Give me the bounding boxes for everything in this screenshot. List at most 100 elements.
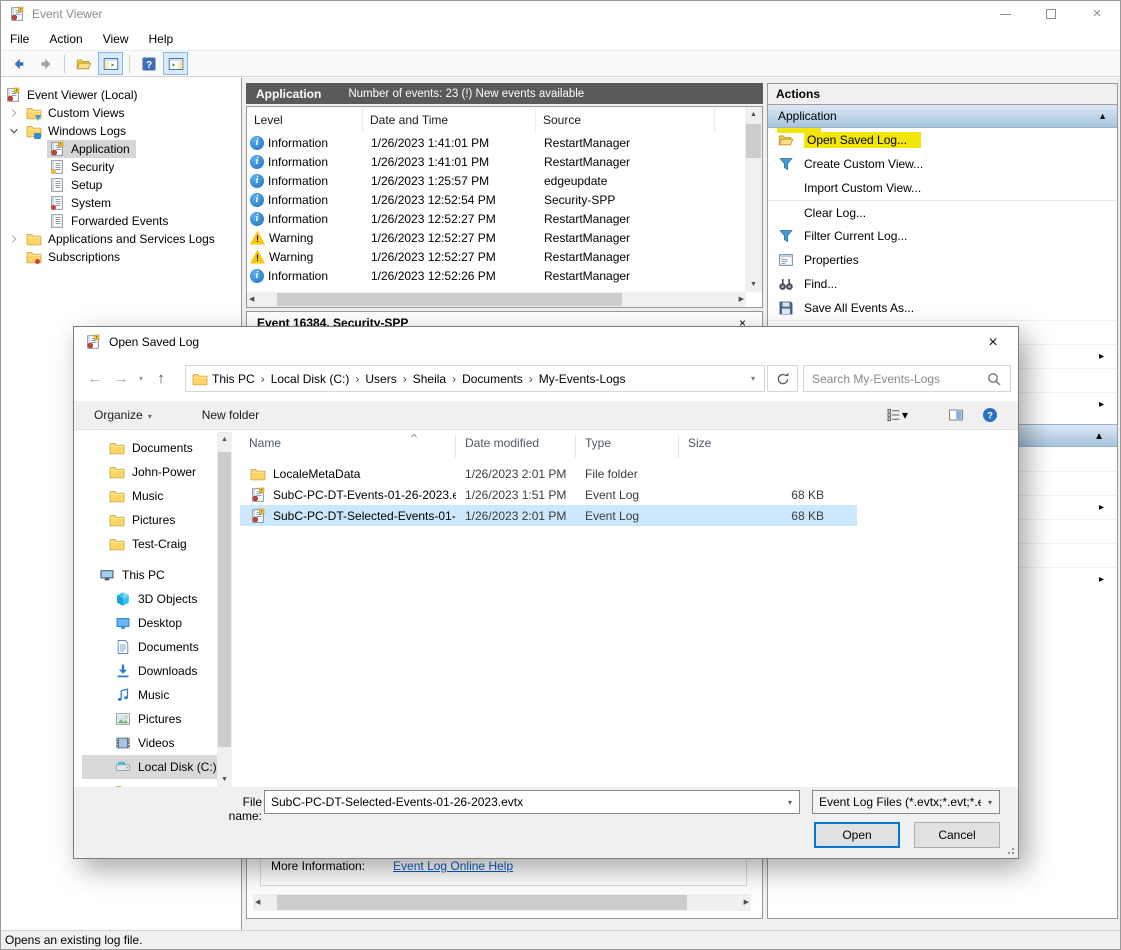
- column-header-size[interactable]: Size: [679, 436, 851, 458]
- cancel-button[interactable]: Cancel: [914, 822, 1000, 848]
- nav-item-music-pc[interactable]: Music: [74, 683, 232, 707]
- nav-scrollbar[interactable]: ▲ ▼: [217, 432, 232, 787]
- action-properties[interactable]: Properties: [768, 248, 1117, 272]
- nav-back-icon[interactable]: ←: [82, 370, 108, 387]
- tree-item-setup[interactable]: Setup: [1, 176, 241, 194]
- events-vertical-scrollbar[interactable]: ▲ ▼: [745, 107, 762, 292]
- column-header-source[interactable]: Source: [536, 107, 715, 133]
- scroll-down-icon[interactable]: ▼: [217, 772, 232, 787]
- show-console-tree-button[interactable]: [98, 52, 123, 75]
- tree-root-event-viewer-local[interactable]: Event Viewer (Local): [1, 86, 241, 104]
- action-find[interactable]: Find...: [768, 272, 1117, 296]
- event-row[interactable]: Information1/26/2023 12:52:26 PMRestartM…: [247, 266, 745, 285]
- forward-button[interactable]: [33, 52, 58, 75]
- action-save-all-events-as[interactable]: Save All Events As...: [768, 296, 1117, 320]
- close-button[interactable]: ×: [1074, 1, 1120, 27]
- event-row[interactable]: Information1/26/2023 12:52:27 PMRestartM…: [247, 209, 745, 228]
- preview-pane-button[interactable]: [948, 407, 964, 423]
- dialog-close-button[interactable]: ×: [978, 332, 1008, 354]
- actions-section-application[interactable]: Application ▲: [768, 105, 1117, 128]
- open-button[interactable]: Open: [814, 822, 900, 848]
- tree-item-custom-views[interactable]: Custom Views: [1, 104, 241, 122]
- scroll-left-icon[interactable]: ◀: [249, 292, 254, 307]
- action-open-saved-log[interactable]: Open Saved Log...: [768, 128, 1117, 152]
- nav-item-desktop[interactable]: Desktop: [74, 611, 232, 635]
- column-header-datetime[interactable]: Date and Time: [363, 107, 536, 133]
- event-row[interactable]: Information1/26/2023 1:41:01 PMRestartMa…: [247, 152, 745, 171]
- breadcrumb-local-disk[interactable]: Local Disk (C:): [271, 372, 350, 386]
- breadcrumb-my-events-logs[interactable]: My-Events-Logs: [539, 372, 626, 386]
- scroll-left-icon[interactable]: ◀: [255, 895, 260, 910]
- scrollbar-thumb[interactable]: [277, 293, 622, 306]
- event-row[interactable]: Information1/26/2023 1:25:57 PMedgeupdat…: [247, 171, 745, 190]
- breadcrumb-bar[interactable]: This PC› Local Disk (C:)› Users› Sheila›…: [185, 365, 765, 392]
- event-row[interactable]: Information1/26/2023 1:41:01 PMRestartMa…: [247, 133, 745, 152]
- column-header-level[interactable]: Level: [247, 107, 363, 133]
- file-name-input[interactable]: [265, 794, 781, 810]
- back-button[interactable]: [6, 52, 31, 75]
- file-row-events-evtx[interactable]: SubC-PC-DT-Events-01-26-2023.evtx 1/26/2…: [240, 484, 857, 505]
- show-action-pane-button[interactable]: [163, 52, 188, 75]
- menu-action[interactable]: Action: [49, 32, 82, 46]
- breadcrumb-this-pc[interactable]: This PC: [212, 372, 255, 386]
- column-header-type[interactable]: Type: [576, 436, 679, 458]
- refresh-button[interactable]: [767, 365, 798, 392]
- file-name-combo[interactable]: ▾: [264, 790, 800, 814]
- search-box[interactable]: [803, 365, 1011, 392]
- dialog-help-button[interactable]: [982, 407, 998, 423]
- nav-item-local-disk-c[interactable]: Local Disk (C:): [82, 755, 225, 779]
- view-mode-button[interactable]: ▾: [886, 407, 908, 423]
- menu-view[interactable]: View: [103, 32, 129, 46]
- scrollbar-thumb[interactable]: [746, 124, 761, 158]
- tree-item-applications-and-services-logs[interactable]: Applications and Services Logs: [1, 230, 241, 248]
- nav-item-pictures[interactable]: Pictures: [74, 508, 232, 532]
- address-dropdown-icon[interactable]: ▾: [751, 374, 755, 383]
- collapse-section-icon[interactable]: ▲: [1094, 431, 1104, 442]
- resize-grip[interactable]: [1007, 847, 1015, 855]
- menu-file[interactable]: File: [10, 32, 29, 46]
- column-header-name[interactable]: Name: [240, 436, 456, 458]
- event-row[interactable]: Warning1/26/2023 12:52:27 PMRestartManag…: [247, 247, 745, 266]
- tree-item-windows-logs[interactable]: Windows Logs: [1, 122, 241, 140]
- dropdown-icon[interactable]: ▾: [781, 798, 799, 807]
- action-clear-log[interactable]: Clear Log...: [768, 200, 1117, 224]
- scroll-up-icon[interactable]: ▲: [745, 107, 762, 122]
- action-filter-current-log[interactable]: Filter Current Log...: [768, 224, 1117, 248]
- event-row[interactable]: Information1/26/2023 12:52:54 PMSecurity…: [247, 190, 745, 209]
- scroll-right-icon[interactable]: ▶: [744, 895, 749, 910]
- minimize-button[interactable]: [982, 1, 1028, 27]
- nav-forward-icon[interactable]: →: [108, 370, 134, 387]
- breadcrumb-users[interactable]: Users: [365, 372, 396, 386]
- nav-item-music[interactable]: Music: [74, 484, 232, 508]
- tree-item-application[interactable]: Application: [1, 140, 241, 158]
- organize-button[interactable]: Organize▾: [94, 408, 152, 422]
- scroll-up-icon[interactable]: ▲: [217, 432, 232, 447]
- scrollbar-thumb[interactable]: [277, 895, 687, 910]
- nav-history-dropdown-icon[interactable]: ▾: [134, 374, 148, 383]
- column-header-date-modified[interactable]: Date modified: [456, 436, 576, 458]
- event-log-online-help-link[interactable]: Event Log Online Help: [393, 859, 513, 873]
- tree-item-system[interactable]: System: [1, 194, 241, 212]
- help-toolbar-button[interactable]: [136, 52, 161, 75]
- breadcrumb-sheila[interactable]: Sheila: [413, 372, 446, 386]
- scrollbar-thumb[interactable]: [218, 452, 231, 747]
- new-folder-button[interactable]: New folder: [202, 408, 259, 422]
- action-import-custom-view[interactable]: Import Custom View...: [768, 176, 1117, 200]
- nav-item-videos[interactable]: Videos: [74, 731, 232, 755]
- tree-item-subscriptions[interactable]: Subscriptions: [1, 248, 241, 266]
- open-saved-log-toolbar-button[interactable]: [71, 52, 96, 75]
- collapse-section-icon[interactable]: ▲: [1098, 111, 1107, 121]
- event-row[interactable]: Warning1/26/2023 12:52:27 PMRestartManag…: [247, 228, 745, 247]
- chevron-right-icon[interactable]: [8, 107, 20, 119]
- chevron-right-icon[interactable]: [8, 233, 20, 245]
- action-create-custom-view[interactable]: Create Custom View...: [768, 152, 1117, 176]
- file-type-select[interactable]: Event Log Files (*.evtx;*.evt;*.et ▾: [812, 790, 1000, 814]
- nav-item-3d-objects[interactable]: 3D Objects: [74, 587, 232, 611]
- nav-item-john-power[interactable]: John-Power: [74, 460, 232, 484]
- nav-up-icon[interactable]: ↑: [148, 370, 174, 387]
- chevron-down-icon[interactable]: [8, 125, 20, 137]
- events-horizontal-scrollbar[interactable]: ◀ ▶: [247, 292, 746, 307]
- menu-help[interactable]: Help: [149, 32, 174, 46]
- breadcrumb-documents[interactable]: Documents: [462, 372, 523, 386]
- preview-horizontal-scrollbar[interactable]: ◀ ▶: [253, 894, 751, 911]
